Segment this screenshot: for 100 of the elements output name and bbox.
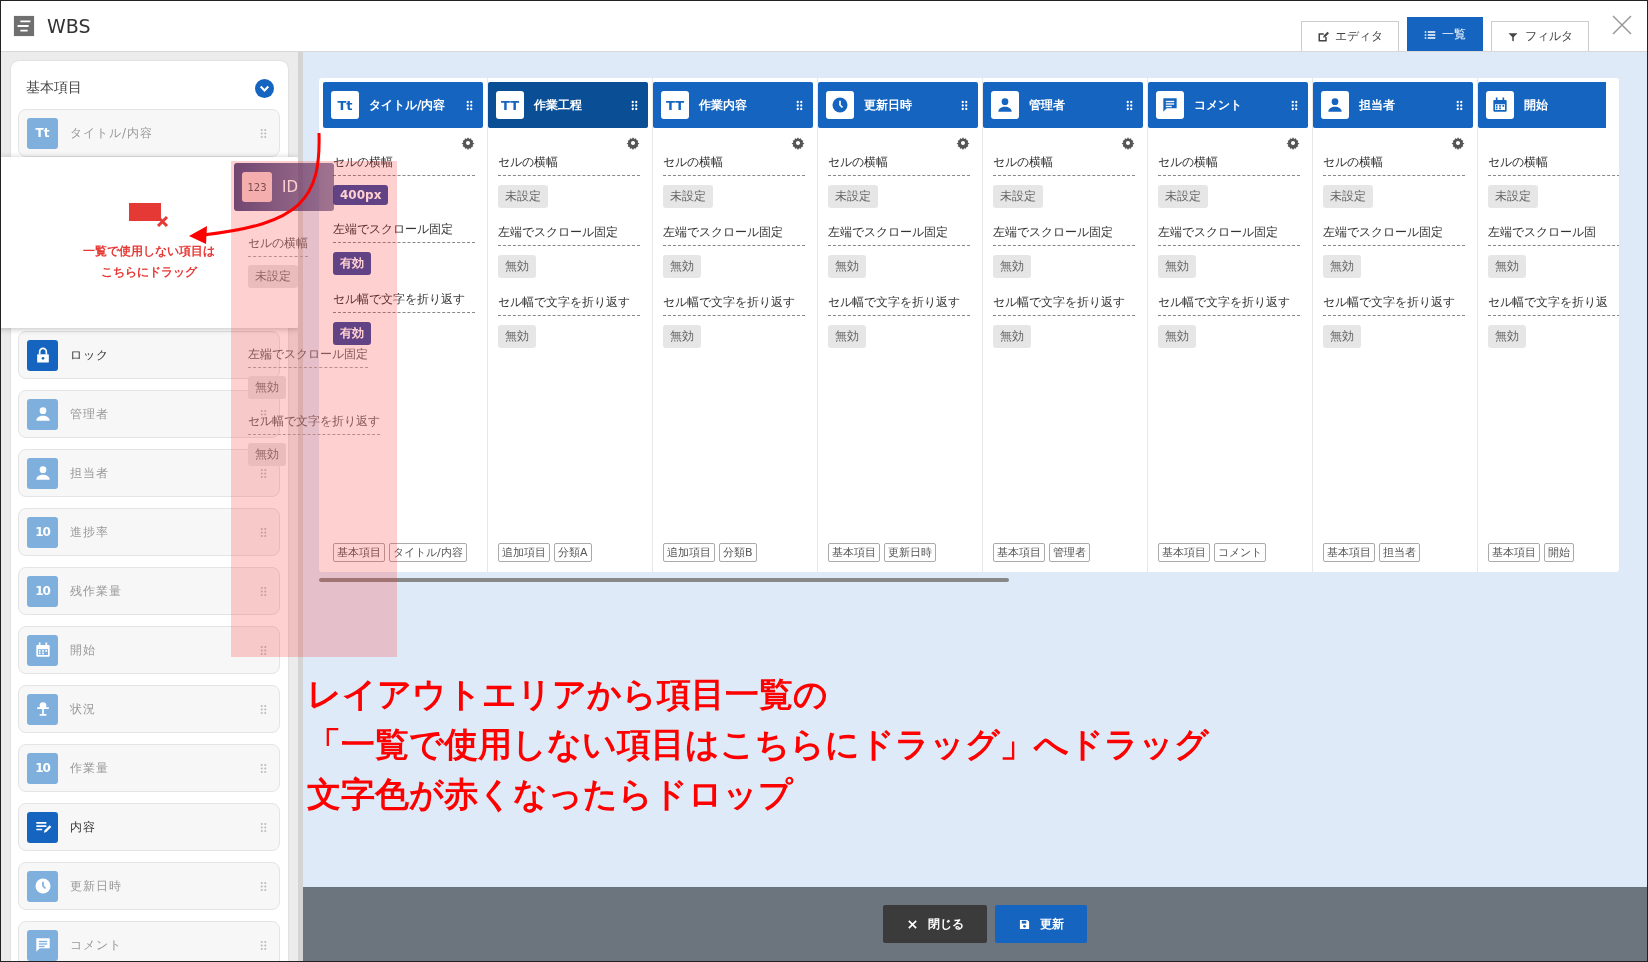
settings-icon[interactable] bbox=[461, 136, 475, 150]
setting-value[interactable]: 未設定 bbox=[498, 185, 548, 208]
app-logo-icon bbox=[13, 15, 35, 37]
person-icon bbox=[1325, 95, 1345, 115]
setting-label: セルの横幅 bbox=[828, 154, 970, 176]
column-header[interactable]: 更新日時 bbox=[818, 82, 978, 128]
column-tag: 更新日時 bbox=[884, 543, 936, 562]
drag-handle-icon[interactable] bbox=[466, 99, 473, 111]
column-header[interactable]: コメント bbox=[1148, 82, 1308, 128]
column-tag: 分類A bbox=[554, 543, 592, 562]
setting-value[interactable]: 未設定 bbox=[1488, 185, 1538, 208]
field-type-icon: 10 bbox=[27, 516, 58, 548]
drag-handle-icon[interactable] bbox=[796, 99, 803, 111]
view-tab[interactable]: 一覧 bbox=[1407, 17, 1483, 51]
setting-value[interactable]: 無効 bbox=[828, 325, 866, 348]
setting-label: セルの横幅 bbox=[1158, 154, 1300, 176]
window-title: WBS bbox=[47, 15, 91, 37]
field-type-icon: 10 bbox=[27, 752, 58, 784]
setting-value: 無効 bbox=[248, 376, 286, 399]
setting-value[interactable]: 無効 bbox=[663, 255, 701, 278]
settings-icon[interactable] bbox=[956, 136, 970, 150]
setting-value[interactable]: 無効 bbox=[663, 325, 701, 348]
setting-value[interactable]: 無効 bbox=[498, 325, 536, 348]
drag-handle-icon[interactable] bbox=[260, 821, 267, 833]
setting-value[interactable]: 無効 bbox=[1488, 325, 1526, 348]
setting-value[interactable]: 無効 bbox=[993, 325, 1031, 348]
setting-value: 未設定 bbox=[248, 265, 298, 288]
setting-label: 左端でスクロール固定 bbox=[663, 224, 805, 246]
column-header[interactable]: 開始 bbox=[1478, 82, 1606, 128]
column-tag: タイトル/内容 bbox=[389, 543, 467, 562]
column-tag: 基本項目 bbox=[828, 543, 880, 562]
field-item[interactable]: 内容 bbox=[18, 803, 280, 851]
column-header[interactable]: 担当者 bbox=[1313, 82, 1473, 128]
save-icon bbox=[1018, 918, 1030, 930]
drag-handle-icon[interactable] bbox=[1456, 99, 1463, 111]
setting-value[interactable]: 未設定 bbox=[1158, 185, 1208, 208]
column-tag: 基本項目 bbox=[1158, 543, 1210, 562]
setting-value[interactable]: 無効 bbox=[1158, 325, 1196, 348]
drag-handle-icon[interactable] bbox=[631, 99, 638, 111]
settings-icon[interactable] bbox=[791, 136, 805, 150]
setting-label: セルの横幅 bbox=[248, 235, 308, 257]
settings-icon[interactable] bbox=[1121, 136, 1135, 150]
setting-value[interactable]: 未設定 bbox=[828, 185, 878, 208]
close-button[interactable] bbox=[1611, 15, 1633, 37]
setting-value[interactable]: 無効 bbox=[1158, 255, 1196, 278]
settings-icon[interactable] bbox=[626, 136, 640, 150]
chevron-icon[interactable] bbox=[255, 78, 274, 98]
setting-label: 左端でスクロール固定 bbox=[1323, 224, 1465, 246]
drag-handle-icon[interactable] bbox=[961, 99, 968, 111]
setting-label: セルの横幅 bbox=[1323, 154, 1465, 176]
setting-value[interactable]: 未設定 bbox=[993, 185, 1043, 208]
setting-label: セルの横幅 bbox=[663, 154, 805, 176]
drag-handle-icon[interactable] bbox=[260, 349, 267, 361]
setting-value[interactable]: 無効 bbox=[993, 255, 1031, 278]
calendar-icon bbox=[1490, 95, 1510, 115]
setting-value[interactable]: 400px bbox=[333, 185, 389, 205]
setting-value[interactable]: 無効 bbox=[1323, 255, 1361, 278]
view-tab[interactable]: フィルタ bbox=[1491, 21, 1589, 51]
column-tag: 管理者 bbox=[1049, 543, 1090, 562]
column-tag: 分類B bbox=[719, 543, 757, 562]
scrollbar[interactable] bbox=[319, 578, 1009, 582]
filter-icon bbox=[1507, 30, 1519, 43]
setting-value[interactable]: 有効 bbox=[333, 252, 371, 275]
close-button[interactable]: 閉じる bbox=[883, 905, 987, 943]
column-tag: 基本項目 bbox=[993, 543, 1045, 562]
column-header[interactable]: 管理者 bbox=[983, 82, 1143, 128]
column-tag: 担当者 bbox=[1379, 543, 1420, 562]
setting-label: セル幅で文字を折り返す bbox=[248, 413, 380, 435]
column-tag: 基本項目 bbox=[333, 543, 385, 562]
column-header[interactable]: TT 作業内容 bbox=[653, 82, 813, 128]
setting-value[interactable]: 無効 bbox=[1323, 325, 1361, 348]
dragged-column-header[interactable]: 123 ID bbox=[234, 163, 334, 211]
setting-value[interactable]: 無効 bbox=[1488, 255, 1526, 278]
close-icon bbox=[906, 918, 918, 930]
setting-label: 左端でスクロール固定 bbox=[828, 224, 970, 246]
setting-value[interactable]: 未設定 bbox=[663, 185, 713, 208]
setting-label: セルの横幅 bbox=[1488, 154, 1619, 176]
setting-label: セル幅で文字を折り返す bbox=[663, 294, 805, 316]
setting-value[interactable]: 有効 bbox=[333, 322, 371, 345]
setting-label: セル幅で文字を折り返 bbox=[1488, 294, 1619, 316]
field-type-icon: 123 bbox=[242, 172, 272, 202]
setting-label: セルの横幅 bbox=[498, 154, 640, 176]
setting-label: セル幅で文字を折り返す bbox=[993, 294, 1135, 316]
setting-label: 左端でスクロール固定 bbox=[993, 224, 1135, 246]
settings-icon[interactable] bbox=[1451, 136, 1465, 150]
annotation-text: 文字色が赤くなったらドロップ bbox=[307, 773, 793, 816]
column-header[interactable]: TT 作業工程 bbox=[488, 82, 648, 128]
section-title: 基本項目 bbox=[26, 79, 82, 97]
drag-handle-icon[interactable] bbox=[1291, 99, 1298, 111]
view-tab[interactable]: エディタ bbox=[1301, 21, 1399, 51]
setting-value[interactable]: 無効 bbox=[498, 255, 536, 278]
setting-value[interactable]: 未設定 bbox=[1323, 185, 1373, 208]
column-tag: 基本項目 bbox=[1323, 543, 1375, 562]
column-header[interactable]: Tt タイトル/内容 bbox=[323, 82, 483, 128]
setting-label: 左端でスクロール固定 bbox=[248, 346, 368, 368]
settings-icon[interactable] bbox=[1286, 136, 1300, 150]
save-button[interactable]: 更新 bbox=[995, 905, 1087, 943]
setting-value[interactable]: 無効 bbox=[828, 255, 866, 278]
field-type-icon: Tt bbox=[331, 91, 359, 119]
drag-handle-icon[interactable] bbox=[1126, 99, 1133, 111]
